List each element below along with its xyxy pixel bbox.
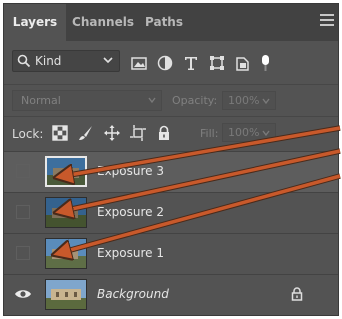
blend-mode-select[interactable]: Normal (12, 90, 162, 111)
layer-row-exposure-1[interactable]: Exposure 1 (4, 233, 338, 274)
photo-thumbnail-icon (47, 158, 85, 185)
fill-field[interactable]: 100% (222, 123, 276, 142)
filter-toggle-icon[interactable] (260, 54, 272, 72)
chevron-down-icon (262, 98, 270, 105)
lock-row: Lock: Fill: 100% (4, 116, 338, 151)
pixel-filter-icon[interactable] (130, 54, 148, 72)
visibility-toggle[interactable] (16, 164, 30, 178)
lock-image-icon[interactable] (78, 125, 94, 141)
visibility-toggle[interactable] (16, 246, 30, 260)
opacity-label: Opacity: (172, 94, 218, 107)
kind-filter-label: Kind (35, 54, 62, 68)
layer-row-exposure-2[interactable]: Exposure 2 (4, 192, 338, 233)
layer-name[interactable]: Background (97, 287, 169, 301)
lock-all-icon[interactable] (156, 125, 172, 141)
layer-row-exposure-3[interactable]: Exposure 3 (4, 151, 338, 192)
layer-row-background[interactable]: Background (4, 274, 338, 315)
chevron-down-icon (103, 57, 113, 64)
lock-position-icon[interactable] (104, 125, 120, 141)
layer-thumbnail[interactable] (45, 279, 87, 310)
opacity-field[interactable]: 100% (222, 91, 276, 110)
layers-list: Exposure 3 Exposure 2 Exposure 1 Backgro… (4, 151, 338, 315)
tab-paths[interactable]: Paths (140, 4, 188, 41)
lock-artboard-icon[interactable] (130, 125, 146, 141)
lock-label: Lock: (12, 127, 44, 141)
layer-filter-row: Kind (4, 44, 338, 82)
smart-object-filter-icon[interactable] (234, 54, 252, 72)
layer-thumbnail[interactable] (45, 156, 87, 187)
lock-icon (291, 287, 303, 301)
layers-panel: Layers Channels Paths Kind Normal Opacit… (3, 3, 339, 316)
tab-channels[interactable]: Channels (66, 4, 140, 41)
opacity-value: 100% (228, 94, 260, 107)
visibility-toggle[interactable] (16, 205, 30, 219)
photo-thumbnail-icon (46, 198, 86, 227)
search-icon (17, 54, 31, 68)
chevron-down-icon (148, 97, 156, 104)
adjustment-filter-icon[interactable] (156, 54, 174, 72)
chevron-down-icon (262, 130, 270, 137)
eye-icon[interactable] (14, 288, 32, 300)
layer-name[interactable]: Exposure 1 (97, 246, 164, 260)
layer-name[interactable]: Exposure 2 (97, 205, 164, 219)
tab-layers[interactable]: Layers (4, 4, 66, 41)
tab-bar: Layers Channels Paths (4, 4, 338, 41)
fill-value: 100% (228, 126, 260, 139)
photo-thumbnail-icon (46, 239, 86, 268)
blend-mode-row: Normal Opacity: 100% (4, 84, 338, 117)
photo-thumbnail-icon (46, 280, 86, 309)
kind-filter-select[interactable]: Kind (12, 50, 120, 72)
shape-filter-icon[interactable] (208, 54, 226, 72)
type-filter-icon[interactable] (182, 54, 200, 72)
layer-thumbnail[interactable] (45, 238, 87, 269)
fill-label: Fill: (200, 127, 219, 140)
layer-name[interactable]: Exposure 3 (97, 164, 164, 178)
lock-transparent-icon[interactable] (52, 125, 68, 141)
layer-thumbnail[interactable] (45, 197, 87, 228)
panel-menu-icon[interactable] (320, 14, 334, 28)
blend-mode-value: Normal (21, 94, 61, 107)
